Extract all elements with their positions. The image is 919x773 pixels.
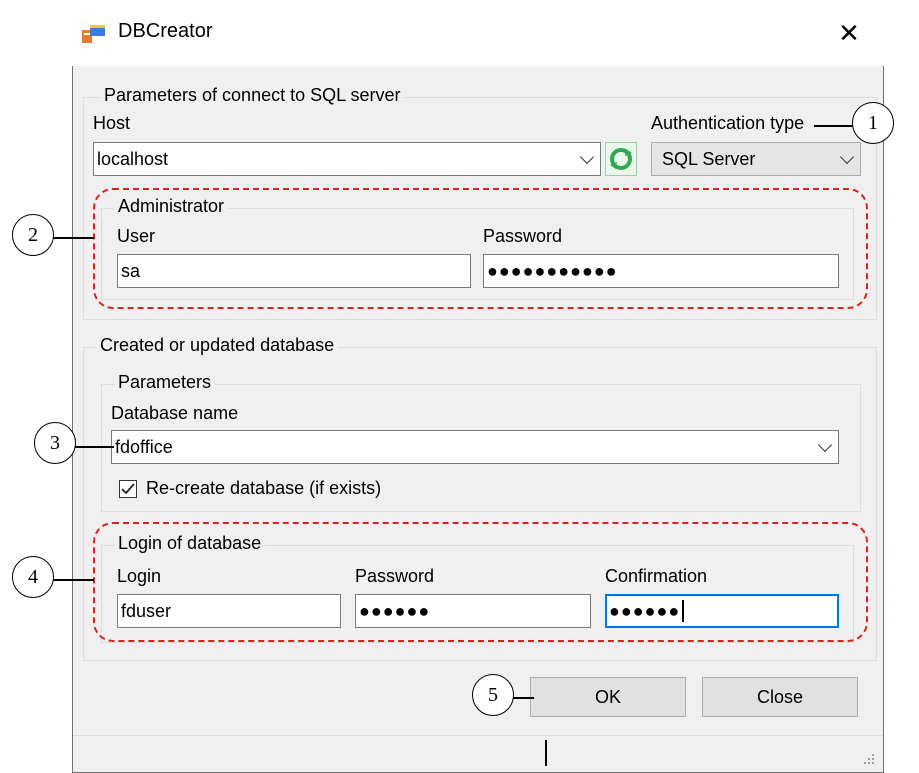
refresh-button[interactable] [605,142,637,176]
callout-leader-3 [74,446,114,448]
close-button-label: Close [756,686,804,707]
auth-type-select[interactable]: SQL Server [651,142,861,176]
checkmark-icon [121,483,135,495]
ok-button[interactable]: OK [530,677,686,717]
chevron-down-icon[interactable] [579,149,595,165]
callout-1: 1 [852,102,894,144]
app-database-icon [82,25,105,43]
callout-leader-1 [814,125,854,127]
close-window-icon[interactable]: ✕ [834,18,864,48]
connection-group-label: Parameters of connect to SQL server [100,85,405,106]
chevron-down-icon[interactable] [817,437,833,453]
recreate-checkbox[interactable] [119,480,137,498]
callout-leader-4 [52,579,94,581]
ok-button-label: OK [594,686,621,707]
database-name-combobox[interactable]: fdoffice [111,430,839,464]
refresh-icon [610,148,632,170]
host-combobox[interactable]: localhost [93,142,601,176]
callout-leader-5 [512,697,534,699]
parameters-group-label: Parameters [114,372,216,393]
callout-4: 4 [12,556,54,598]
host-label: Host [93,113,131,133]
callout-5: 5 [472,674,514,716]
chevron-down-icon[interactable] [839,149,855,165]
callout-2: 2 [12,214,54,256]
highlight-box-administrator [93,188,868,309]
resize-grip-icon[interactable] [860,750,876,766]
auth-type-label: Authentication type [651,113,805,133]
callout-leader-2 [52,237,94,239]
host-value: localhost [97,148,169,169]
recreate-label[interactable]: Re-create database (if exists) [146,478,381,499]
status-bar [73,735,883,772]
database-name-label: Database name [111,403,239,423]
highlight-box-login [93,522,868,642]
database-name-value: fdoffice [115,436,173,457]
database-group-label: Created or updated database [96,335,339,356]
callout-3: 3 [34,422,76,464]
auth-type-value: SQL Server [662,148,756,169]
close-button[interactable]: Close [702,677,858,717]
window-title: DBCreator [118,20,213,42]
status-bar-divider [545,740,547,766]
